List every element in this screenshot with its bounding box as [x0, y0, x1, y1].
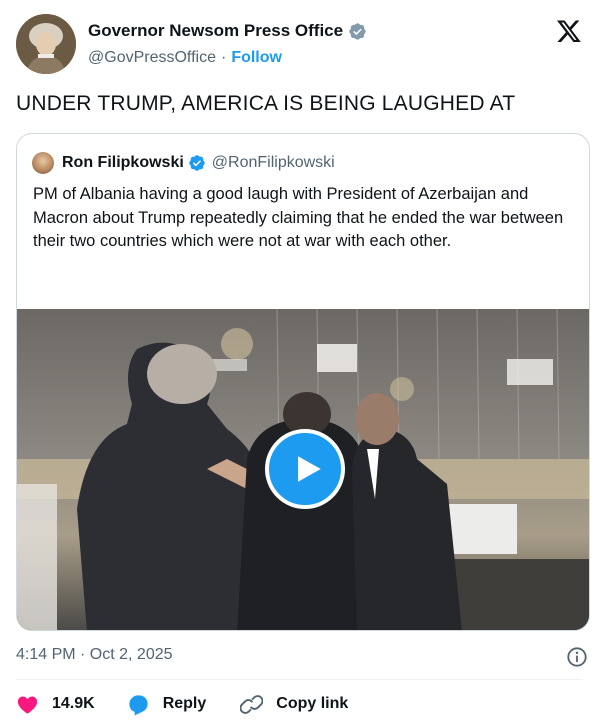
quoted-tweet-card[interactable]: Ron Filipkowski @RonFilipkowski PM of Al… [16, 133, 590, 631]
divider [16, 679, 582, 680]
author-avatar[interactable] [16, 14, 76, 74]
like-count: 14.9K [52, 695, 95, 712]
quoted-author-avatar [32, 152, 54, 174]
tweet-meta: 4:14 PM · Oct 2, 2025 [16, 646, 588, 668]
play-icon [298, 456, 321, 482]
copy-link-label: Copy link [276, 695, 349, 712]
tweet-text: UNDER TRUMP, AMERICA IS BEING LAUGHED AT [16, 92, 516, 115]
x-logo-icon[interactable] [556, 18, 582, 44]
reply-label: Reply [162, 695, 207, 712]
copy-link-button[interactable]: Copy link [240, 693, 348, 716]
author-display-name[interactable]: Governor Newsom Press Office [88, 21, 343, 41]
follow-button[interactable]: Follow [231, 49, 282, 67]
quoted-tweet-text: PM of Albania having a good laugh with P… [33, 185, 564, 250]
verified-badge-icon [189, 155, 205, 171]
reply-bubble-icon [129, 694, 148, 716]
play-button[interactable] [265, 429, 345, 509]
timestamp[interactable]: 4:14 PM · Oct 2, 2025 [16, 646, 173, 663]
link-icon [240, 694, 264, 714]
info-icon[interactable] [566, 646, 588, 668]
quoted-author-display-name: Ron Filipkowski [62, 154, 184, 171]
separator-dot: · [220, 49, 227, 66]
action-bar: 14.9K Reply Copy link [16, 690, 348, 718]
reply-button[interactable]: Reply [127, 693, 207, 716]
author-handle[interactable]: @GovPressOffice [88, 49, 216, 67]
verified-badge-icon [349, 22, 366, 40]
like-button[interactable]: 14.9K [16, 693, 95, 716]
heart-icon [17, 695, 38, 714]
video-player[interactable] [17, 309, 589, 630]
tweet-header: Governor Newsom Press Office @GovPressOf… [16, 14, 582, 74]
quoted-author-handle: @RonFilipkowski [211, 154, 335, 171]
